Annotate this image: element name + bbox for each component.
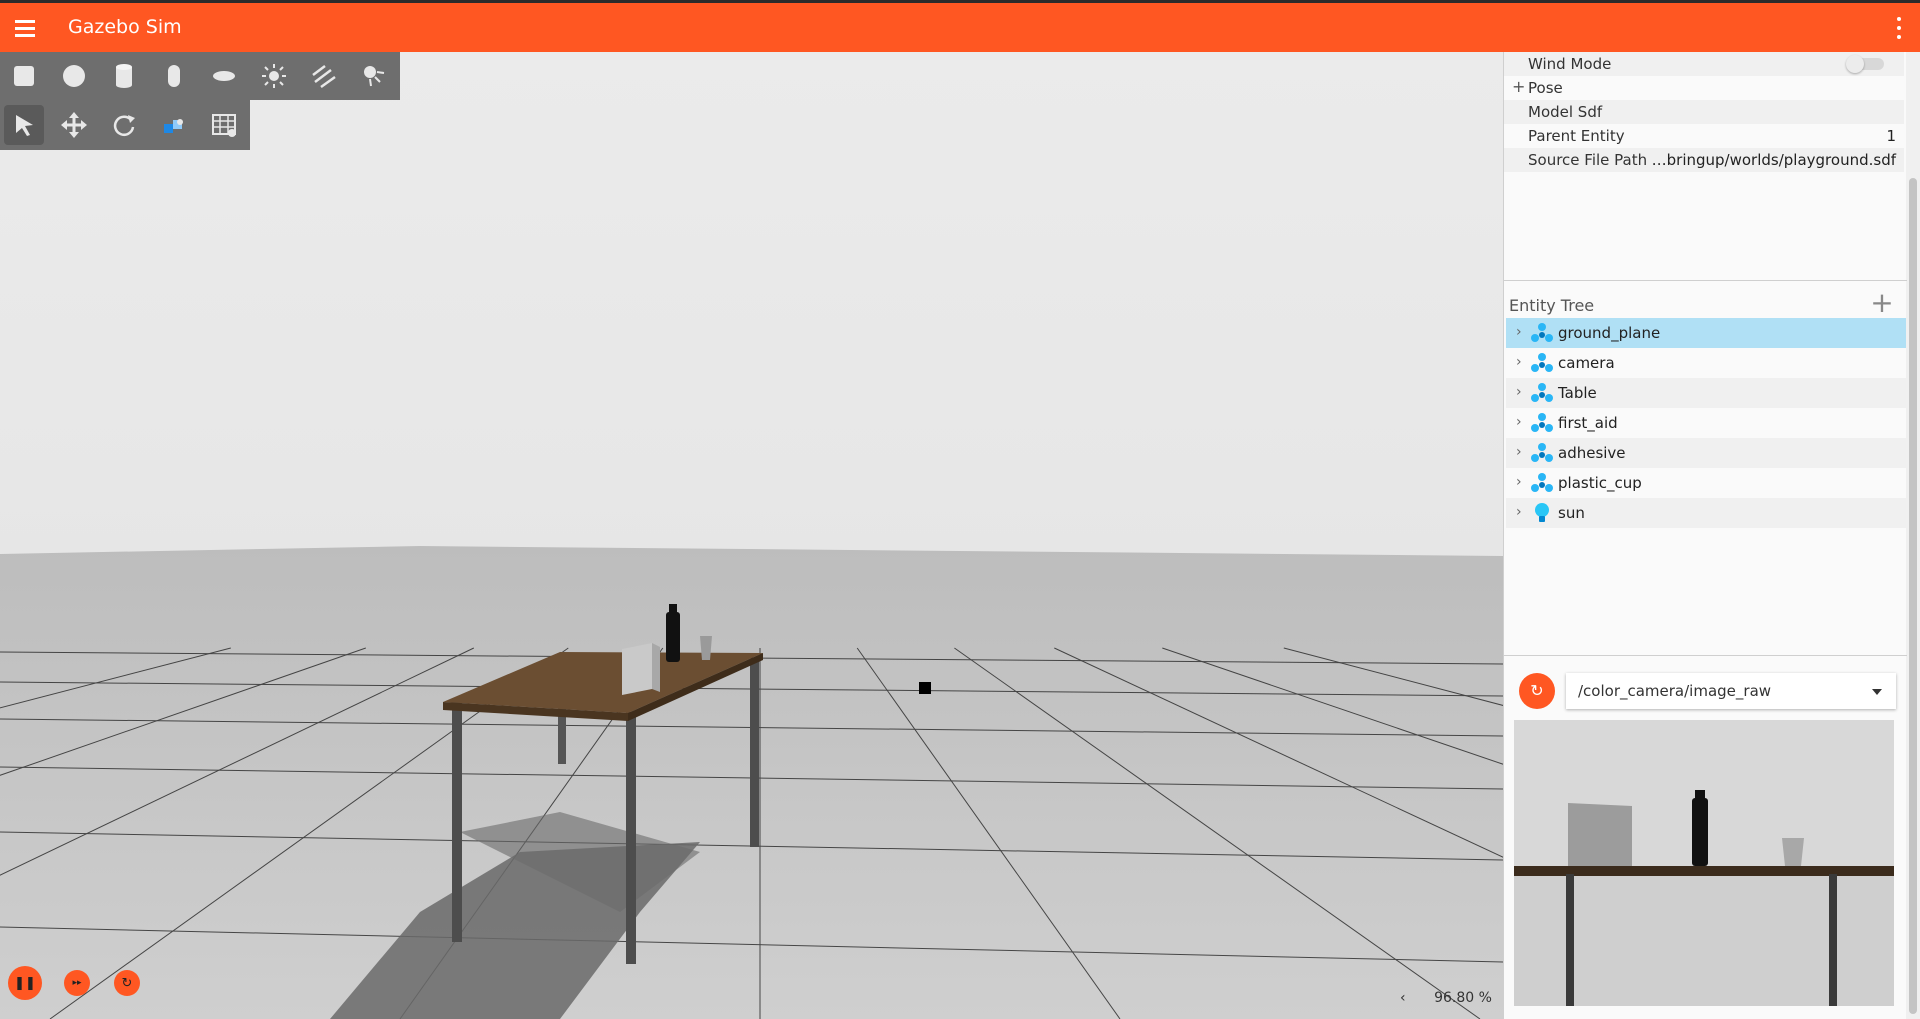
entity-tree-item-first-aid[interactable]: › first_aid bbox=[1506, 408, 1906, 438]
entity-label: camera bbox=[1558, 354, 1615, 372]
first-aid-box[interactable] bbox=[622, 643, 652, 695]
prop-label: Model Sdf bbox=[1528, 103, 1603, 121]
real-time-factor: ‹ 96.80 % bbox=[1400, 990, 1492, 1006]
snap-tool-icon[interactable] bbox=[154, 105, 194, 145]
entity-label: plastic_cup bbox=[1558, 474, 1642, 492]
camera-image-view bbox=[1514, 720, 1894, 1006]
translate-tool-icon[interactable] bbox=[54, 105, 94, 145]
prop-label: Wind Mode bbox=[1528, 55, 1612, 73]
box-shape-icon[interactable] bbox=[4, 56, 44, 96]
model-icon bbox=[1531, 353, 1553, 372]
plastic-cup[interactable] bbox=[700, 636, 712, 660]
title-bar: Gazebo Sim bbox=[0, 0, 1920, 52]
prop-value: …bringup/worlds/playground.sdf bbox=[1651, 151, 1896, 169]
entity-tree-item-adhesive[interactable]: › adhesive bbox=[1506, 438, 1906, 468]
pause-button[interactable]: ❚❚ bbox=[8, 966, 42, 1000]
chevron-right-icon[interactable]: › bbox=[1516, 384, 1522, 400]
expand-plus-icon[interactable]: + bbox=[1512, 77, 1525, 96]
chevron-right-icon[interactable]: › bbox=[1516, 414, 1522, 430]
prop-row-pose[interactable]: + Pose bbox=[1504, 76, 1904, 100]
prop-value: 1 bbox=[1886, 127, 1896, 145]
model-icon bbox=[1531, 473, 1553, 492]
sphere-shape-icon[interactable] bbox=[54, 56, 94, 96]
stats-expand-chevron-icon[interactable]: ‹ bbox=[1400, 990, 1406, 1006]
model-icon bbox=[1531, 413, 1553, 432]
prop-row-model-sdf: Model Sdf bbox=[1504, 100, 1904, 124]
image-topic-dropdown[interactable]: /color_camera/image_raw bbox=[1566, 673, 1896, 709]
right-side-panel: Wind Mode + Pose Model Sdf Parent Entity… bbox=[1503, 52, 1920, 1019]
more-options-icon[interactable] bbox=[1892, 15, 1906, 41]
spot-light-icon[interactable] bbox=[354, 56, 394, 96]
ellipsoid-shape-icon[interactable] bbox=[204, 56, 244, 96]
sun-light-icon[interactable] bbox=[254, 56, 294, 96]
entity-label: Table bbox=[1558, 384, 1597, 402]
prop-label: Parent Entity bbox=[1528, 127, 1625, 145]
entity-label: ground_plane bbox=[1558, 324, 1661, 342]
add-entity-plus-icon[interactable]: + bbox=[1867, 288, 1897, 318]
model-icon bbox=[1531, 443, 1553, 462]
directional-light-icon[interactable] bbox=[304, 56, 344, 96]
prop-label: Pose bbox=[1528, 79, 1563, 97]
app-title: Gazebo Sim bbox=[68, 16, 182, 38]
rtf-value: 96.80 % bbox=[1434, 990, 1492, 1006]
topic-value: /color_camera/image_raw bbox=[1578, 682, 1772, 700]
hamburger-menu-icon[interactable] bbox=[10, 13, 40, 43]
chevron-right-icon[interactable]: › bbox=[1516, 324, 1522, 340]
entity-label: first_aid bbox=[1558, 414, 1618, 432]
reset-button[interactable]: ↻ bbox=[114, 970, 140, 996]
chevron-down-icon bbox=[1872, 689, 1882, 695]
step-button[interactable]: ▸▸ bbox=[64, 970, 90, 996]
prop-row-parent-entity: Parent Entity 1 bbox=[1504, 124, 1904, 148]
refresh-topics-button[interactable]: ↻ bbox=[1519, 673, 1555, 709]
transform-toolbar bbox=[0, 100, 250, 150]
prop-row-wind-mode: Wind Mode bbox=[1504, 52, 1904, 76]
scene-3d-viewport[interactable] bbox=[0, 52, 1503, 1019]
entity-label: adhesive bbox=[1558, 444, 1626, 462]
cylinder-shape-icon[interactable] bbox=[104, 56, 144, 96]
prop-row-source-file-path: Source File Path …bringup/worlds/playgro… bbox=[1504, 148, 1904, 172]
entity-tree-item-plastic-cup[interactable]: › plastic_cup bbox=[1506, 468, 1906, 498]
entity-tree-item-table[interactable]: › Table bbox=[1506, 378, 1906, 408]
chevron-right-icon[interactable]: › bbox=[1516, 474, 1522, 490]
wind-mode-toggle[interactable] bbox=[1846, 55, 1884, 73]
capsule-shape-icon[interactable] bbox=[154, 56, 194, 96]
light-bulb-icon bbox=[1535, 503, 1549, 522]
entity-tree-title: Entity Tree bbox=[1509, 296, 1595, 315]
panel-scrollbar[interactable] bbox=[1906, 52, 1920, 1019]
chevron-right-icon[interactable]: › bbox=[1516, 504, 1522, 520]
entity-tree-item-sun[interactable]: › sun bbox=[1506, 498, 1906, 528]
grid-config-icon[interactable] bbox=[204, 105, 244, 145]
prop-label: Source File Path bbox=[1528, 151, 1648, 169]
chevron-right-icon[interactable]: › bbox=[1516, 444, 1522, 460]
adhesive-bottle[interactable] bbox=[666, 612, 680, 662]
select-tool-icon[interactable] bbox=[4, 105, 44, 145]
chevron-right-icon[interactable]: › bbox=[1516, 354, 1522, 370]
model-icon bbox=[1531, 383, 1553, 402]
panel-divider bbox=[1504, 655, 1907, 656]
shape-toolbar bbox=[0, 52, 400, 100]
panel-divider bbox=[1504, 280, 1907, 281]
model-icon bbox=[1531, 323, 1553, 342]
camera-model[interactable] bbox=[919, 682, 931, 694]
entity-label: sun bbox=[1558, 504, 1585, 522]
rotate-tool-icon[interactable] bbox=[104, 105, 144, 145]
entity-tree-item-ground-plane[interactable]: › ground_plane bbox=[1506, 318, 1906, 348]
entity-tree-item-camera[interactable]: › camera bbox=[1506, 348, 1906, 378]
